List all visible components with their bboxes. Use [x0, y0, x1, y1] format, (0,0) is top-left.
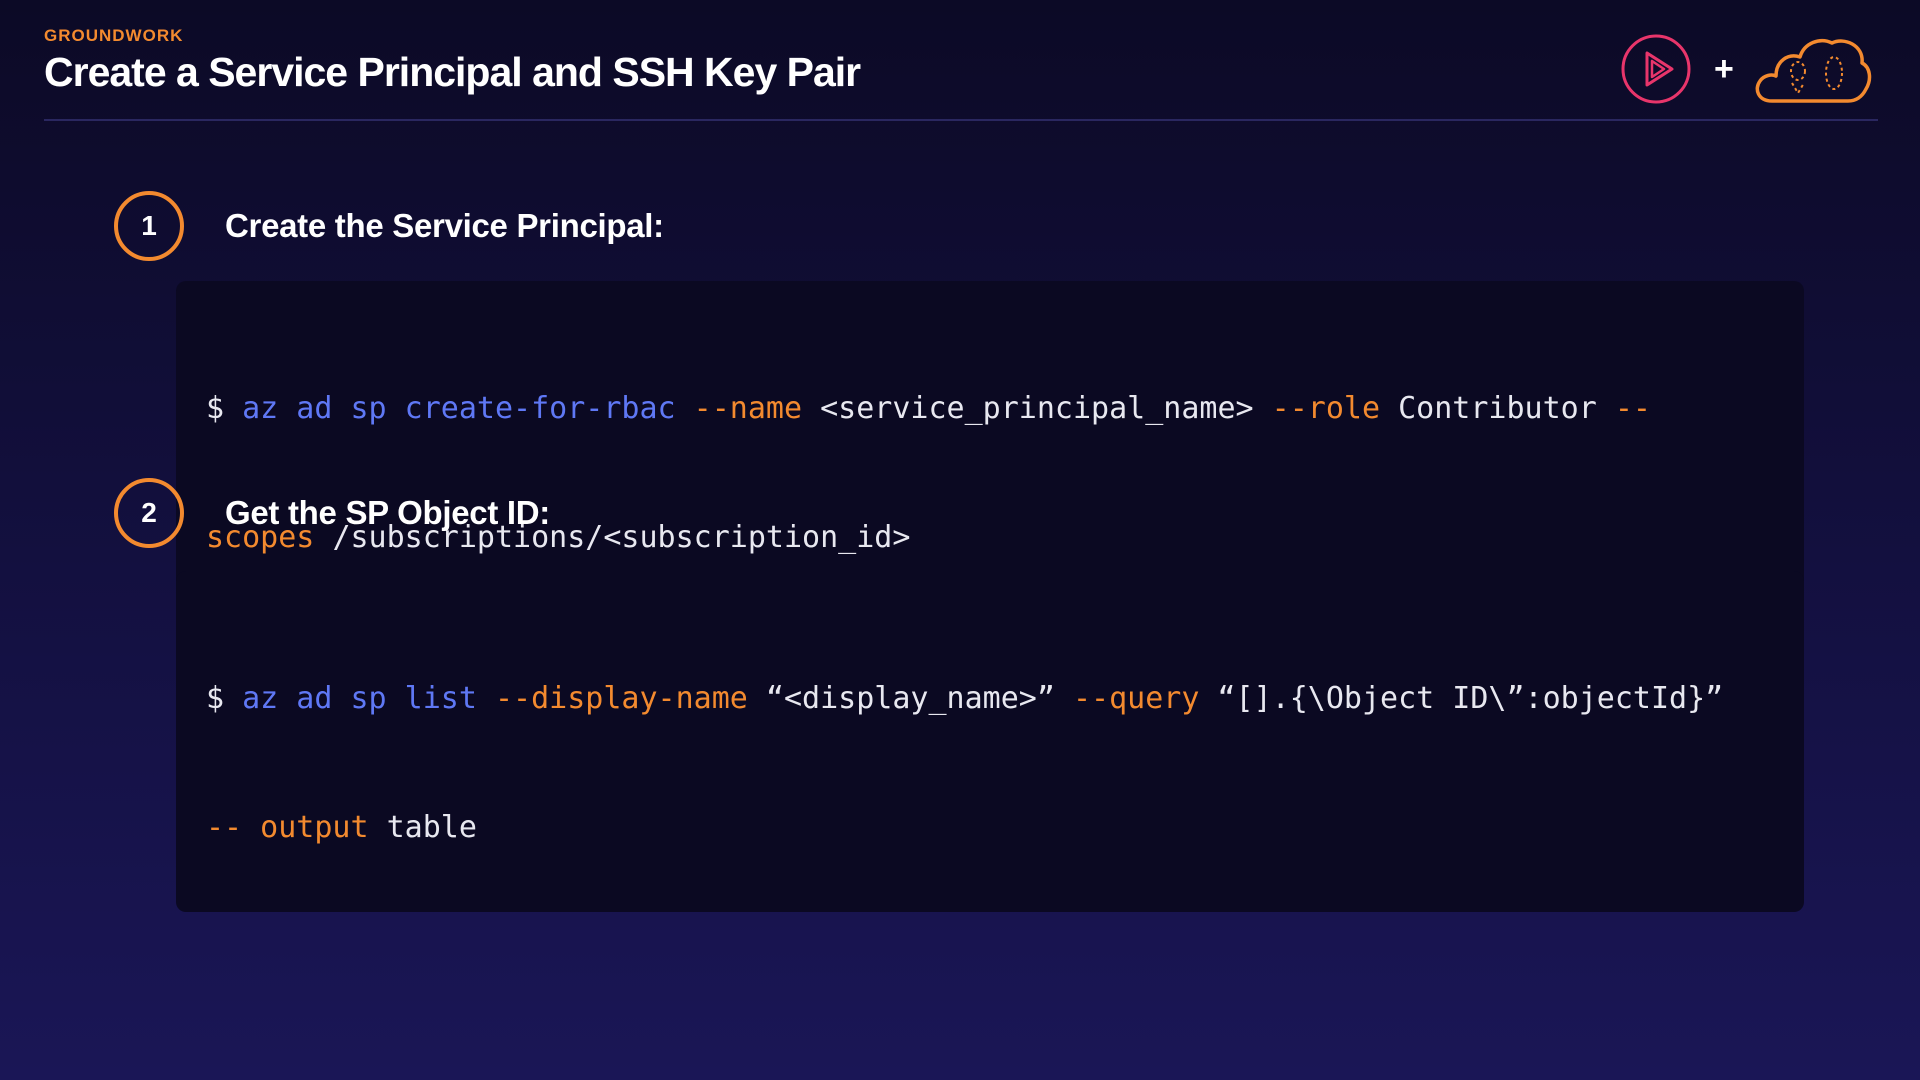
- code-token: --name: [693, 391, 821, 426]
- code-token: az ad sp create-for-rbac: [242, 391, 694, 426]
- header-divider: [44, 119, 1878, 121]
- code-token: $: [206, 681, 243, 716]
- code-token: table: [386, 810, 477, 845]
- code-token: $: [206, 391, 243, 426]
- step-title: Get the SP Object ID:: [225, 494, 550, 531]
- code-token: --role: [1271, 391, 1399, 426]
- play-icon: [1621, 34, 1691, 104]
- step-1: 1 Create the Service Principal:: [113, 190, 664, 262]
- code-block[interactable]: $ az ad sp list --display-name “<display…: [176, 571, 1804, 912]
- code-line: $ az ad sp list --display-name “<display…: [206, 677, 1774, 720]
- code-line: -- output table: [206, 806, 1774, 849]
- page-title: Create a Service Principal and SSH Key P…: [44, 49, 861, 95]
- plus-sign: +: [1714, 50, 1734, 88]
- section-eyebrow: GROUNDWORK: [44, 26, 184, 45]
- code-token: “[].{\Object ID\”:objectId}”: [1217, 681, 1724, 716]
- code-token: “<display_name>”: [765, 681, 1073, 716]
- code-token: -- output: [206, 810, 387, 845]
- step-title: Create the Service Principal:: [225, 207, 664, 244]
- step-number-badge: 2: [113, 477, 185, 549]
- step-number: 1: [141, 210, 157, 241]
- step-number-badge: 1: [113, 190, 185, 262]
- slide-header: GROUNDWORK Create a Service Principal an…: [44, 26, 861, 96]
- step-2: 2 Get the SP Object ID:: [113, 477, 550, 549]
- code-token: --display-name: [495, 681, 766, 716]
- code-line: $ az ad sp create-for-rbac --name <servi…: [206, 387, 1774, 430]
- code-token: az ad sp list: [242, 681, 495, 716]
- code-token: Contributor: [1398, 391, 1615, 426]
- code-token: --query: [1072, 681, 1218, 716]
- step-number: 2: [141, 497, 157, 528]
- cloud-icon: [1755, 38, 1872, 103]
- brand-logos: +: [1620, 30, 1880, 108]
- code-token: --: [1614, 391, 1651, 426]
- code-token: <service_principal_name>: [820, 391, 1272, 426]
